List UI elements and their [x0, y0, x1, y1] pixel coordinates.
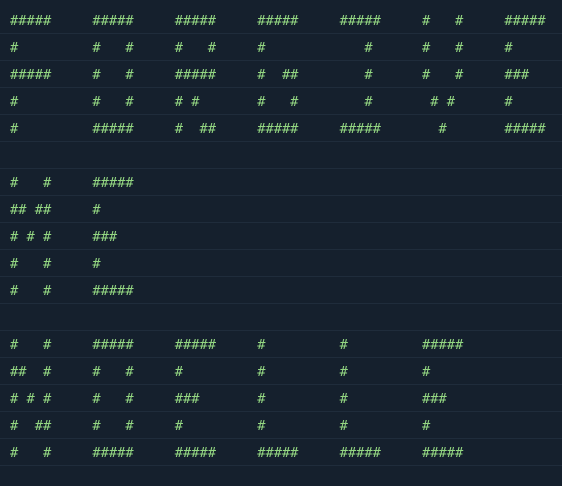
ascii-row: # # # # # # # # # #: [0, 34, 562, 61]
ascii-row-text: ## ## #: [10, 202, 101, 218]
ascii-row-text: # # #####: [10, 283, 134, 299]
ascii-row: ## # # # # # # #: [0, 358, 562, 385]
ascii-row-text: # # # # # # # # # # #: [10, 94, 513, 110]
ascii-row: # # #####: [0, 169, 562, 196]
ascii-row-text: # # # # # # # # # #: [10, 40, 513, 56]
ascii-row-text: # # ##### ##### # # #####: [10, 337, 464, 353]
ascii-row-text: # # ##### ##### ##### ##### #####: [10, 445, 464, 461]
ascii-row-text: ##### # # ##### # ## # # # ###: [10, 67, 530, 83]
ascii-row: # # ##### ##### ##### ##### #####: [0, 439, 562, 466]
ascii-row-text: # ## # # # # # #: [10, 418, 431, 434]
ascii-row: # # ##### ##### # # #####: [0, 331, 562, 358]
ascii-row: ##### ##### ##### ##### ##### # # #####: [0, 7, 562, 34]
ascii-row: # # #####: [0, 277, 562, 304]
terminal-screen: ##### ##### ##### ##### ##### # # ##### …: [0, 0, 562, 486]
ascii-row: ## ## #: [0, 196, 562, 223]
ascii-row: # # # ###: [0, 223, 562, 250]
ascii-row: # # #: [0, 250, 562, 277]
ascii-row-text: # # #: [10, 256, 101, 272]
ascii-row-text: ## # # # # # # #: [10, 364, 431, 380]
ascii-row: # ##### # ## ##### ##### # #####: [0, 115, 562, 142]
ascii-row: [0, 304, 562, 331]
ascii-row-text: # # # # # ### # # ###: [10, 391, 447, 407]
ascii-row-text: # ##### # ## ##### ##### # #####: [10, 121, 546, 137]
ascii-row: # # # # # # # # # # #: [0, 88, 562, 115]
ascii-row: [0, 142, 562, 169]
ascii-row: # # # # # ### # # ###: [0, 385, 562, 412]
ascii-row-text: # # # ###: [10, 229, 118, 245]
ascii-row: # ## # # # # # #: [0, 412, 562, 439]
ascii-row: ##### # # ##### # ## # # # ###: [0, 61, 562, 88]
ascii-row-text: ##### ##### ##### ##### ##### # # #####: [10, 13, 546, 29]
ascii-row-text: # # #####: [10, 175, 134, 191]
